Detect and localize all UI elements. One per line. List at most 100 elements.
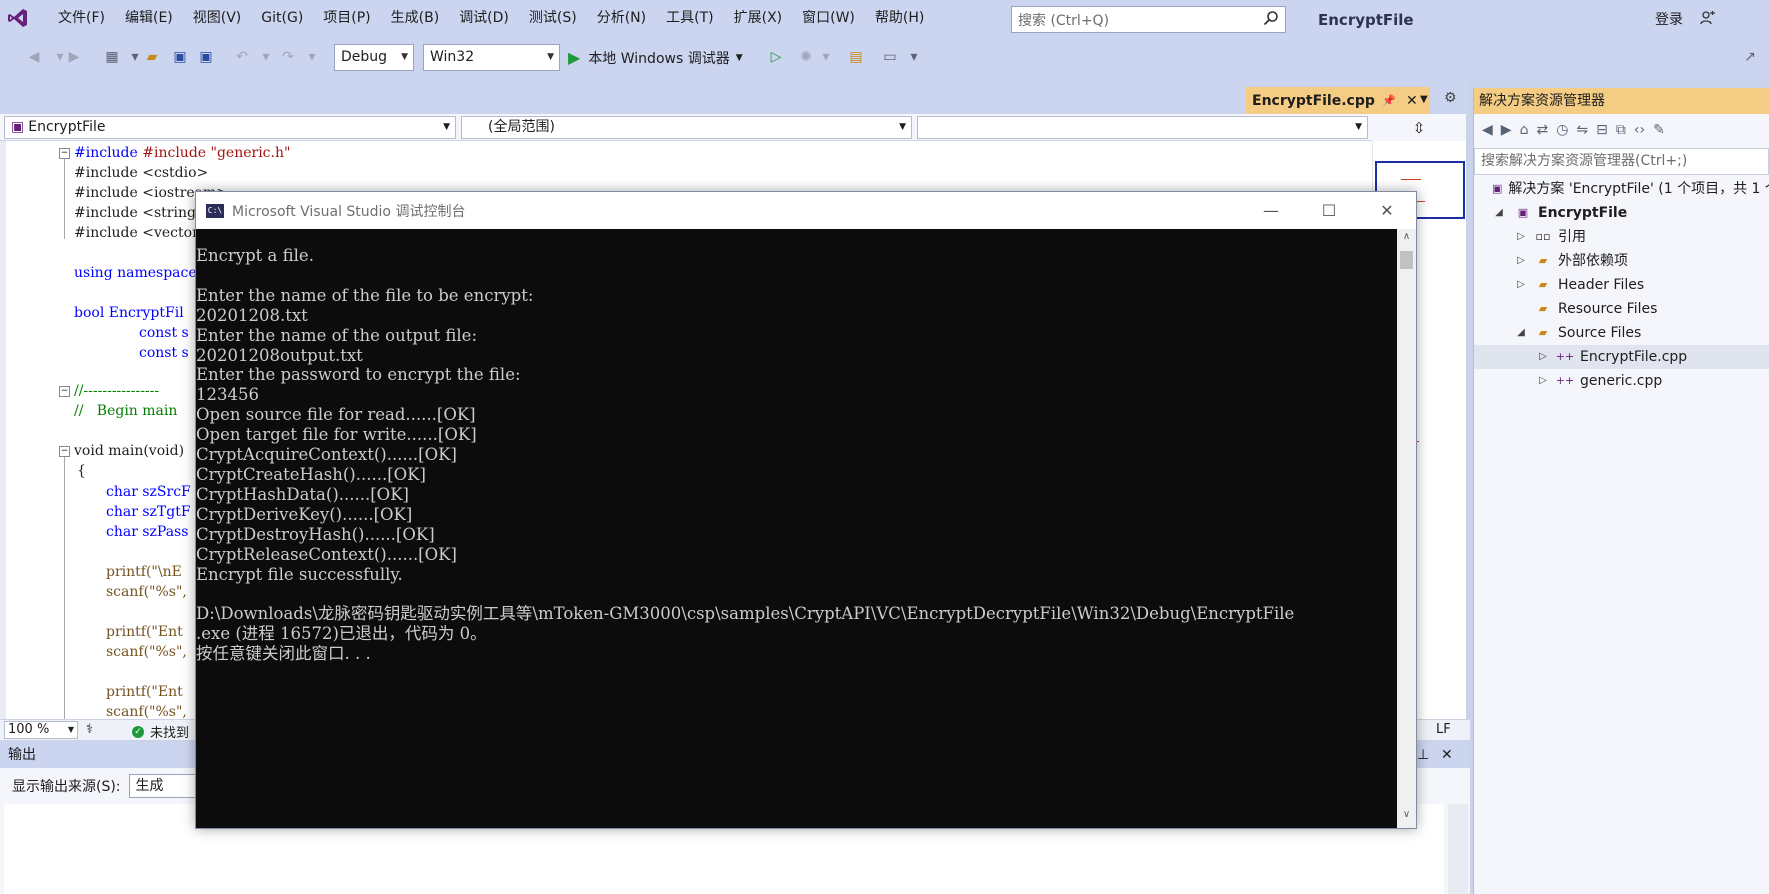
show-all-files-icon[interactable]: ⧉	[1616, 122, 1626, 138]
redo-icon[interactable]: ↷	[278, 47, 298, 67]
collapse-arrow-icon[interactable]: ◢	[1492, 201, 1506, 225]
menu-analyze[interactable]: 分析(N)	[587, 0, 656, 36]
sync-icon[interactable]: ⇋	[1576, 122, 1588, 138]
tree-item-resource-files[interactable]: ▰ Resource Files	[1474, 297, 1769, 321]
maximize-button[interactable]: ☐	[1300, 192, 1358, 229]
tree-item-label: Header Files	[1558, 277, 1645, 293]
tab-list-dropdown-icon[interactable]: ▼	[1420, 94, 1428, 105]
menu-view[interactable]: 视图(V)	[183, 0, 252, 36]
start-without-debugging-icon[interactable]: ▷	[766, 47, 786, 67]
pending-changes-icon[interactable]: ◷	[1556, 122, 1568, 138]
dropdown-arrow-icon[interactable]: ▾	[256, 47, 276, 67]
expand-arrow-icon[interactable]: ▷	[1536, 345, 1550, 369]
save-icon[interactable]: ▣	[170, 47, 190, 67]
forward-icon[interactable]: ▶	[1501, 122, 1512, 138]
collapse-arrow-icon[interactable]: ◢	[1514, 321, 1528, 345]
output-scrollbar[interactable]	[1448, 804, 1468, 894]
code-view-icon[interactable]: ‹›	[1634, 122, 1645, 138]
menu-tools[interactable]: 工具(T)	[656, 0, 723, 36]
menu-debug[interactable]: 调试(D)	[449, 0, 519, 36]
console-line: .exe (进程 16572)已退出，代码为 0。	[196, 624, 487, 644]
console-title-bar[interactable]: C:\ Microsoft Visual Studio 调试控制台 — ☐ ✕	[196, 192, 1416, 229]
new-project-icon[interactable]: ▦	[102, 47, 122, 67]
code-line: //----------------	[74, 383, 160, 399]
gear-icon[interactable]: ⚙	[1444, 90, 1457, 106]
project-nav-select[interactable]: ▣ EncryptFile ▼	[4, 116, 456, 139]
tree-item-generic-cpp[interactable]: ▷ ++ generic.cpp	[1474, 369, 1769, 393]
console-scrollbar[interactable]: ∧ ∨	[1397, 229, 1416, 828]
solution-search-input[interactable]: 搜索解决方案资源管理器(Ctrl+;)	[1474, 148, 1769, 175]
undo-icon[interactable]: ↶	[232, 47, 252, 67]
close-icon[interactable]: ✕	[1441, 742, 1453, 768]
tree-item-solution[interactable]: ▣ 解决方案 'EncryptFile' (1 个项目，共 1 个)	[1474, 177, 1769, 201]
menu-project[interactable]: 项目(P)	[313, 0, 380, 36]
dropdown-arrow-icon[interactable]: ▾	[816, 47, 836, 67]
tree-item-source-files[interactable]: ◢ ▰ Source Files	[1474, 321, 1769, 345]
search-input[interactable]: 搜索 (Ctrl+Q)	[1011, 6, 1286, 33]
back-icon[interactable]: ◀	[1482, 122, 1493, 138]
tree-item-external-dependencies[interactable]: ▷ ▰ 外部依赖项	[1474, 249, 1769, 273]
health-icon[interactable]: ⚕	[86, 722, 93, 737]
menu-extensions[interactable]: 扩展(X)	[724, 0, 793, 36]
scroll-down-icon[interactable]: ∨	[1397, 809, 1416, 826]
scroll-up-icon[interactable]: ∧	[1397, 231, 1416, 248]
toolbar-options-icon[interactable]: ▾	[904, 47, 924, 67]
tree-item-header-files[interactable]: ▷ ▰ Header Files	[1474, 273, 1769, 297]
sign-in-link[interactable]: 登录	[1655, 0, 1683, 40]
share-icon[interactable]: ↗	[1740, 47, 1760, 67]
menu-build[interactable]: 生成(B)	[381, 0, 450, 36]
collapse-icon[interactable]: −	[59, 446, 70, 457]
collapse-icon[interactable]: −	[59, 148, 70, 159]
expand-arrow-icon[interactable]: ▷	[1514, 225, 1528, 249]
console-line: CryptReleaseContext()......[OK]	[196, 544, 457, 564]
scope-nav-select[interactable]: (全局范围) ▼	[461, 116, 912, 139]
menu-window[interactable]: 窗口(W)	[792, 0, 865, 36]
dropdown-arrow-icon[interactable]: ▾	[302, 47, 322, 67]
line-ending-indicator[interactable]: LF	[1436, 722, 1451, 737]
debug-console-window[interactable]: C:\ Microsoft Visual Studio 调试控制台 — ☐ ✕ …	[195, 191, 1417, 829]
menu-file[interactable]: 文件(F)	[48, 0, 115, 36]
pin-icon[interactable]: 📌	[1382, 94, 1396, 107]
hot-reload-icon[interactable]: ✺	[796, 47, 816, 67]
account-icon[interactable]	[1700, 10, 1716, 30]
properties-icon[interactable]: ✎	[1653, 122, 1665, 138]
menu-test[interactable]: 测试(S)	[519, 0, 587, 36]
tab-encryptfile-cpp[interactable]: EncryptFile.cpp 📌 ✕	[1246, 87, 1430, 114]
collapse-all-icon[interactable]: ⊟	[1596, 122, 1608, 138]
expand-arrow-icon[interactable]: ▷	[1514, 273, 1528, 297]
start-debugging-button[interactable]: ▶ 本地 Windows 调试器 ▼	[568, 44, 743, 71]
browse-icon[interactable]: ▤	[846, 47, 866, 67]
collapse-icon[interactable]: −	[59, 386, 70, 397]
tree-item-project[interactable]: ◢ ▣ EncryptFile	[1474, 201, 1769, 225]
open-file-icon[interactable]: ▰	[142, 47, 162, 67]
switch-views-icon[interactable]: ⇄	[1536, 122, 1548, 138]
split-window-button[interactable]: ⇳	[1372, 114, 1466, 141]
solution-platform-select[interactable]: Win32 ▼	[423, 44, 560, 71]
tree-item-references[interactable]: ▷ ▫▫ 引用	[1474, 225, 1769, 249]
console-output[interactable]: Encrypt a file. Enter the name of the fi…	[196, 229, 1397, 828]
scrollbar-thumb[interactable]	[1400, 251, 1413, 269]
navigate-forward-icon[interactable]: ▶	[64, 47, 84, 67]
solution-configuration-select[interactable]: Debug ▼	[334, 44, 414, 71]
menu-help[interactable]: 帮助(H)	[865, 0, 934, 36]
zoom-select[interactable]: 100 % ▼	[4, 721, 78, 739]
solution-icon: ▣	[1492, 182, 1503, 195]
expand-arrow-icon[interactable]: ▷	[1536, 369, 1550, 393]
pin-icon[interactable]: ⊥	[1417, 742, 1429, 768]
home-icon[interactable]: ⌂	[1520, 122, 1529, 138]
save-all-icon[interactable]: ▣	[196, 47, 216, 67]
console-line: 20201208.txt	[196, 305, 308, 325]
console-title: Microsoft Visual Studio 调试控制台	[232, 203, 466, 220]
layout-icon[interactable]: ▭	[880, 47, 900, 67]
close-icon[interactable]: ✕	[1406, 93, 1418, 109]
minimize-button[interactable]: —	[1242, 192, 1300, 229]
menu-edit[interactable]: 编辑(E)	[115, 0, 183, 36]
tree-item-encryptfile-cpp[interactable]: ▷ ++ EncryptFile.cpp	[1474, 345, 1769, 369]
solution-title: EncryptFile	[1318, 11, 1414, 29]
close-button[interactable]: ✕	[1358, 192, 1416, 229]
member-nav-select[interactable]: ▼	[917, 116, 1368, 139]
menu-git[interactable]: Git(G)	[251, 0, 313, 36]
navigate-back-icon[interactable]: ◀	[24, 47, 44, 67]
issues-indicator[interactable]: ✓ 未找到	[132, 722, 189, 741]
expand-arrow-icon[interactable]: ▷	[1514, 249, 1528, 273]
